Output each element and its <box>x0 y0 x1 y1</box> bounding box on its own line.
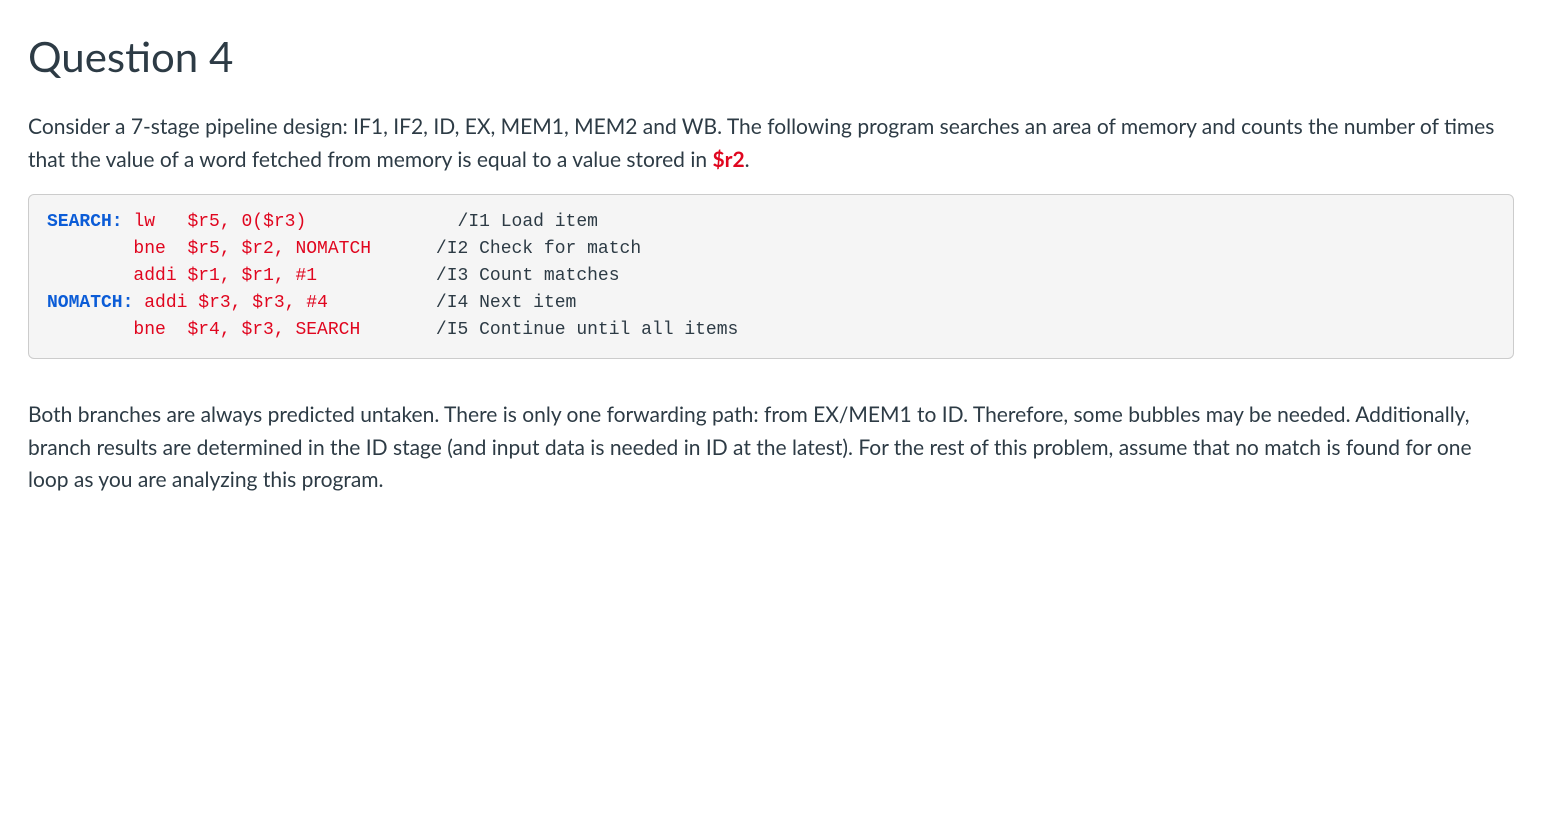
intro-text-pre: Consider a 7-stage pipeline design: IF1,… <box>28 114 1494 172</box>
question-title: Question 4 <box>28 24 1514 89</box>
intro-text-post: . <box>745 147 750 172</box>
instr-i5: bne <box>133 320 165 340</box>
register-highlight: $r2 <box>712 147 744 172</box>
cmt-i1: /I1 Load item <box>458 212 598 232</box>
ops-i2: $r5, $r2, NOMATCH <box>187 239 371 259</box>
cmt-i4: /I4 Next item <box>436 293 576 313</box>
cmt-i5: /I5 Continue until all items <box>436 320 738 340</box>
ops-i4: $r3, $r3, #4 <box>198 293 328 313</box>
cmt-i2: /I2 Check for match <box>436 239 641 259</box>
intro-paragraph: Consider a 7-stage pipeline design: IF1,… <box>28 111 1514 176</box>
cmt-i3: /I3 Count matches <box>436 266 620 286</box>
instr-i2: bne <box>133 239 165 259</box>
assembly-code-block: SEARCH: lw $r5, 0($r3) /I1 Load item bne… <box>28 194 1514 359</box>
label-nomatch: NOMATCH: <box>47 293 133 313</box>
instr-i3: addi <box>133 266 176 286</box>
ops-i3: $r1, $r1, #1 <box>187 266 317 286</box>
outro-paragraph: Both branches are always predicted untak… <box>28 399 1514 497</box>
instr-i1: lw <box>133 212 155 232</box>
ops-i1: $r5, 0($r3) <box>187 212 306 232</box>
ops-i5: $r4, $r3, SEARCH <box>187 320 360 340</box>
instr-i4: addi <box>144 293 187 313</box>
label-search: SEARCH: <box>47 212 123 232</box>
